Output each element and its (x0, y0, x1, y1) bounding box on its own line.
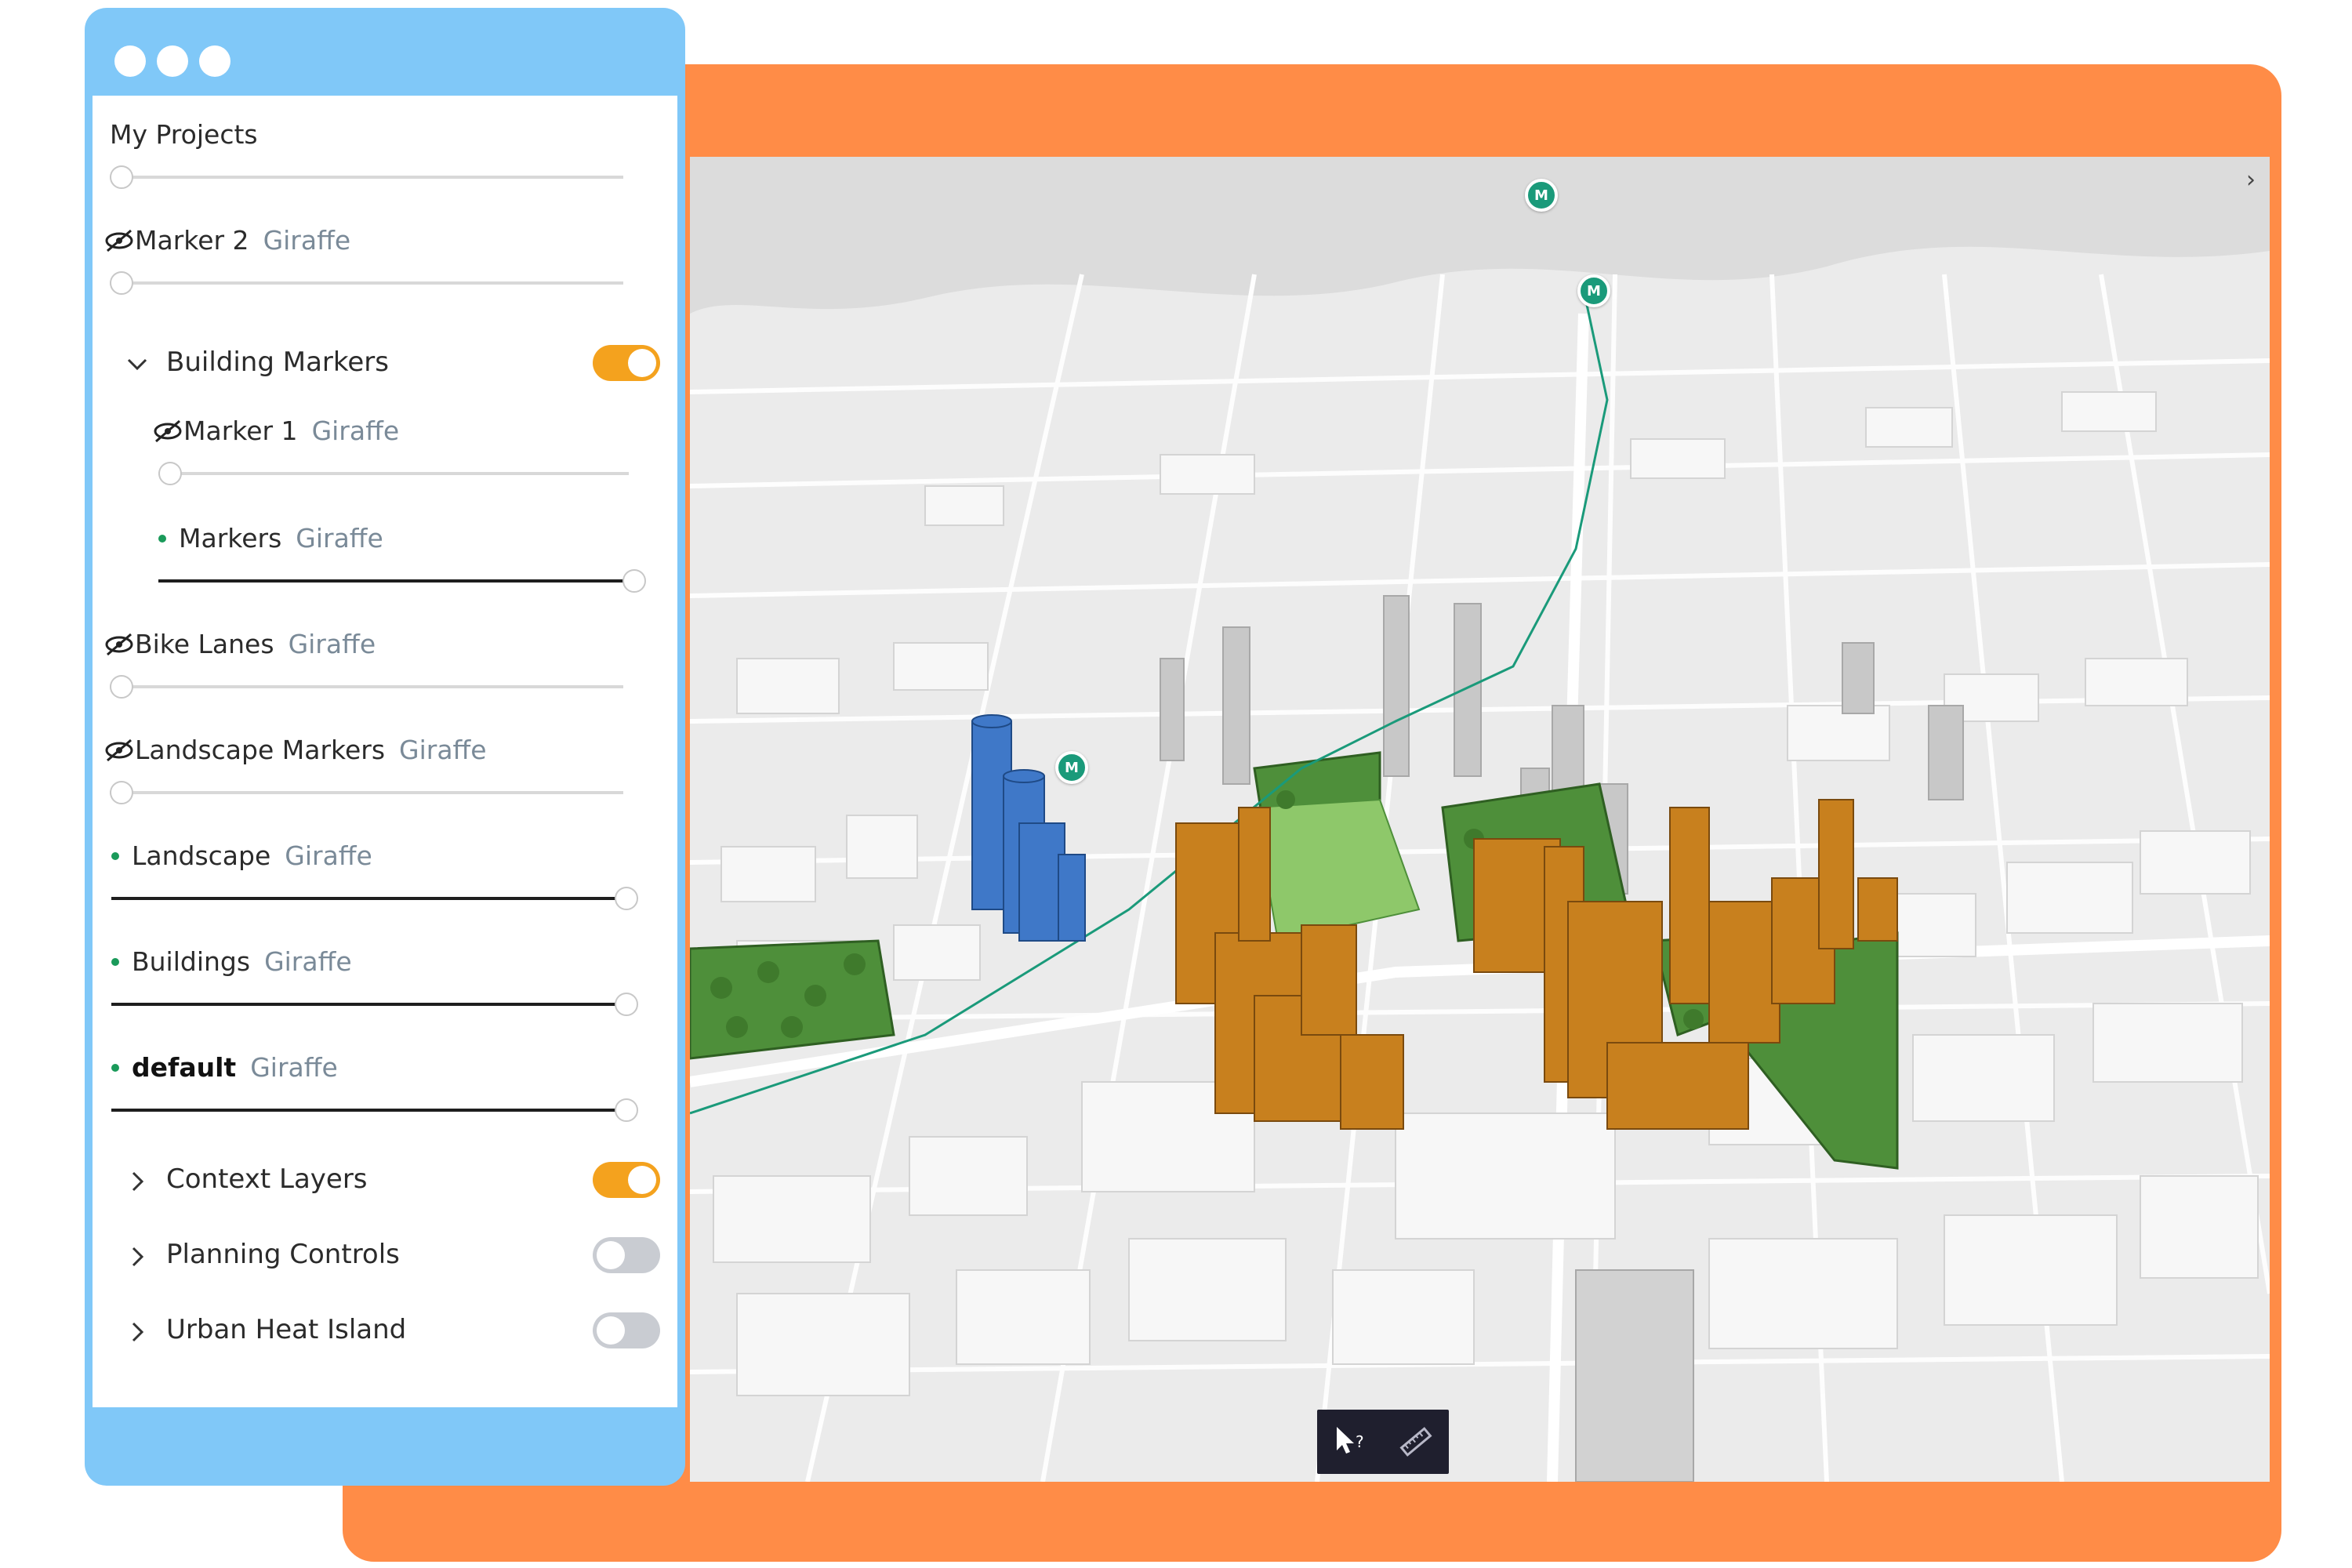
eye-off-icon[interactable] (103, 631, 135, 658)
layer-group-toggle[interactable] (593, 345, 660, 381)
group-label: Building Markers (166, 347, 389, 378)
opacity-slider-thumb[interactable] (615, 993, 638, 1016)
chevron-right-icon[interactable] (125, 1320, 149, 1344)
layers-panel-window: My Projects Marker 2 Giraffe Building Ma… (85, 8, 685, 1486)
collapse-panel-icon[interactable]: › (2246, 166, 2256, 194)
opacity-slider-track[interactable] (158, 579, 629, 583)
chevron-right-icon[interactable] (125, 1170, 149, 1193)
eye-off-icon[interactable] (103, 737, 135, 764)
layers-panel-body: My Projects Marker 2 Giraffe Building Ma… (93, 96, 677, 1407)
layer-name: Marker 2 (135, 225, 249, 256)
layer-name: Buildings (132, 946, 251, 977)
layer-source: Giraffe (285, 840, 372, 871)
opacity-slider-track[interactable] (110, 791, 623, 794)
group-label: Context Layers (166, 1163, 368, 1195)
layer-group-toggle[interactable] (593, 1162, 660, 1198)
cursor-question-icon[interactable]: ? (1327, 1418, 1374, 1465)
opacity-slider-track[interactable] (158, 472, 629, 475)
group-building-markers[interactable]: Building Markers (93, 345, 677, 392)
layer-name: Markers (179, 523, 282, 554)
metro-station-marker[interactable]: M (1525, 179, 1558, 212)
opacity-slider-thumb[interactable] (110, 165, 133, 189)
opacity-slider-thumb[interactable] (110, 781, 133, 804)
layer-name: Landscape Markers (135, 735, 386, 765)
metro-station-marker[interactable]: M (1055, 751, 1088, 784)
layer-name: Landscape (132, 840, 271, 871)
visible-dot-icon (111, 957, 119, 966)
window-titlebar (85, 8, 685, 96)
group-planning-controls[interactable]: Planning Controls (93, 1237, 677, 1284)
metro-station-marker[interactable]: M (1577, 274, 1610, 307)
chevron-right-icon[interactable] (125, 1245, 149, 1269)
opacity-slider-track[interactable] (110, 281, 623, 285)
layer-group-toggle[interactable] (593, 1312, 660, 1348)
layer-source: Giraffe (250, 1052, 338, 1083)
opacity-slider-thumb[interactable] (615, 887, 638, 910)
city-3d-map[interactable] (690, 157, 2270, 1482)
layer-name: Marker 1 (183, 416, 298, 446)
visible-dot-icon (158, 534, 166, 543)
opacity-slider-thumb[interactable] (158, 462, 182, 485)
window-maximize-dot[interactable] (199, 45, 230, 77)
layer-title: My Projects (110, 119, 258, 150)
window-minimize-dot[interactable] (157, 45, 188, 77)
map-toolbar: ? (1317, 1410, 1449, 1474)
opacity-slider-track[interactable] (110, 176, 623, 179)
opacity-slider-thumb[interactable] (622, 569, 646, 593)
opacity-slider-track[interactable] (110, 685, 623, 688)
opacity-slider-track[interactable] (111, 1109, 625, 1112)
eye-off-icon[interactable] (103, 227, 135, 254)
layer-source: Giraffe (399, 735, 487, 765)
layer-source: Giraffe (263, 225, 351, 256)
opacity-slider-track[interactable] (111, 897, 625, 900)
ruler-icon[interactable] (1392, 1418, 1439, 1465)
chevron-down-icon[interactable] (125, 353, 149, 376)
opacity-slider-thumb[interactable] (615, 1098, 638, 1122)
visible-dot-icon (111, 851, 119, 860)
visible-dot-icon (111, 1063, 119, 1072)
map-viewport[interactable]: M M M › ? (690, 157, 2270, 1482)
group-label: Urban Heat Island (166, 1314, 407, 1345)
layer-source: Giraffe (296, 523, 383, 554)
eye-off-icon[interactable] (152, 418, 183, 445)
layer-source: Giraffe (264, 946, 352, 977)
opacity-slider-thumb[interactable] (110, 271, 133, 295)
layer-name: Bike Lanes (135, 629, 274, 659)
opacity-slider-thumb[interactable] (110, 675, 133, 699)
svg-text:?: ? (1356, 1432, 1364, 1451)
layer-name: default (132, 1052, 237, 1083)
layer-source: Giraffe (311, 416, 400, 446)
group-urban-heat-island[interactable]: Urban Heat Island (93, 1312, 677, 1359)
layer-source: Giraffe (288, 629, 376, 659)
window-close-dot[interactable] (114, 45, 146, 77)
opacity-slider-track[interactable] (111, 1003, 625, 1006)
layer-group-toggle[interactable] (593, 1237, 660, 1273)
group-context-layers[interactable]: Context Layers (93, 1162, 677, 1209)
group-label: Planning Controls (166, 1239, 400, 1270)
